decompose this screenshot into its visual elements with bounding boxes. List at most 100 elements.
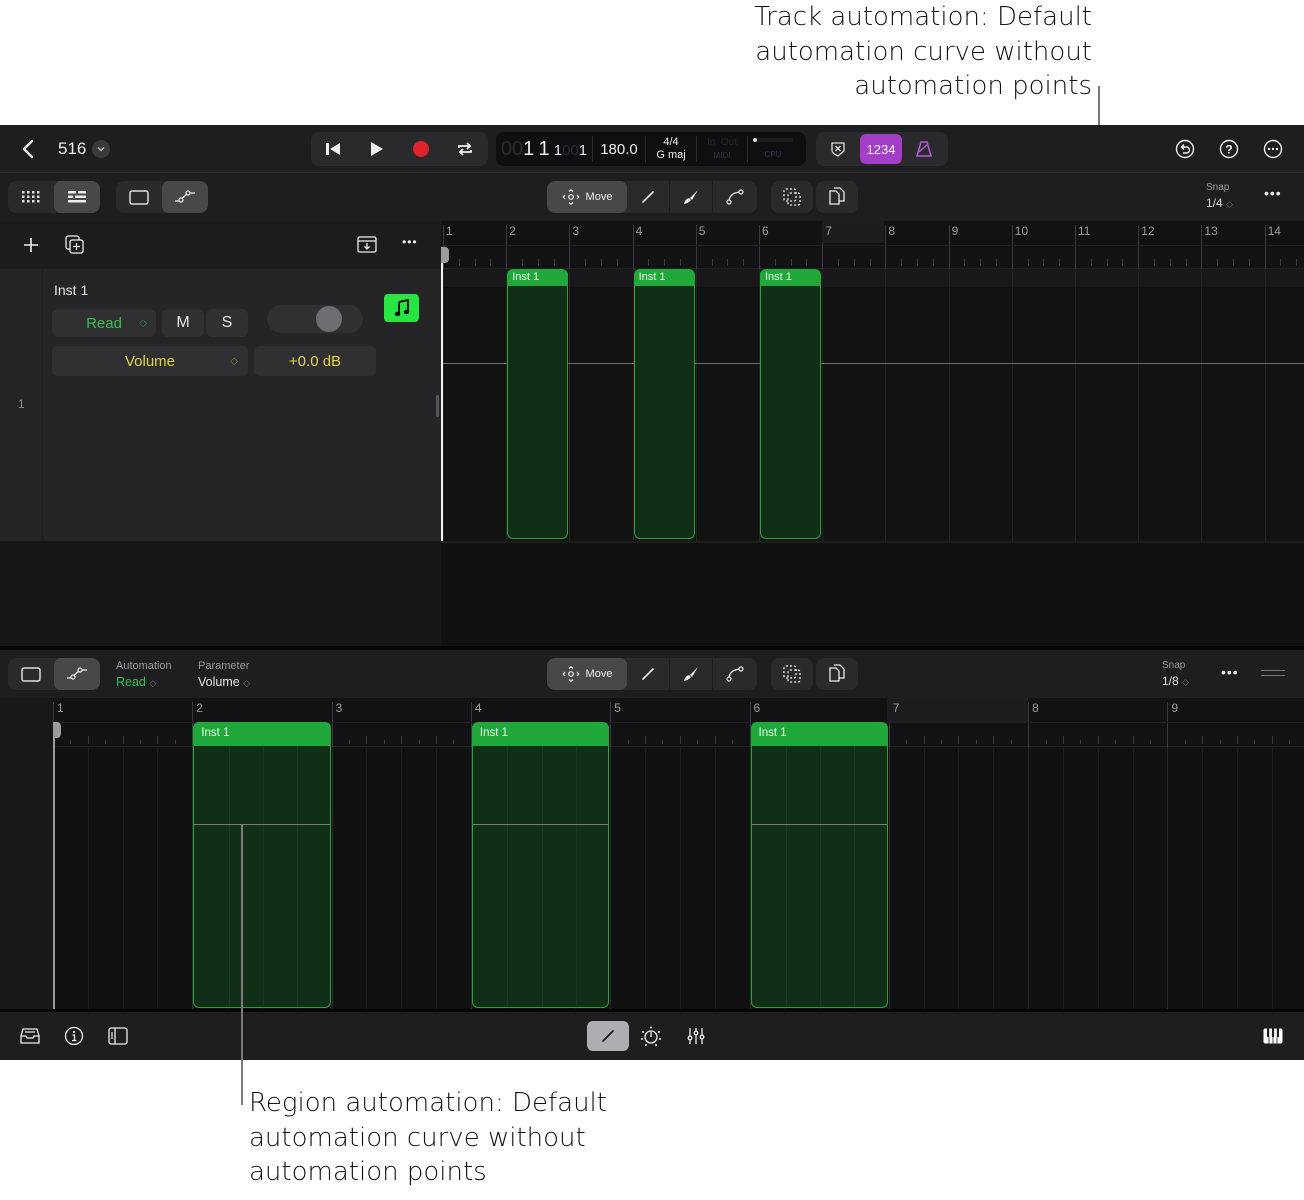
automation-editor[interactable]: 1 2 3 4 5 6 7 8 9 Inst 1 Inst 1 Inst 1 <box>0 698 1304 1009</box>
count-in-button[interactable]: 1234 <box>860 134 902 164</box>
track-list-empty-area <box>0 541 441 646</box>
instrument-icon-button[interactable] <box>384 294 419 322</box>
editor-marquee-button[interactable] <box>771 658 813 690</box>
tracks-view-button[interactable] <box>54 181 100 213</box>
inspector-button[interactable] <box>63 1025 85 1047</box>
region-header[interactable]: Inst 1 <box>507 269 569 286</box>
track-header[interactable]: 1 Inst 1 Read ◇ M S Volume ◇ +0.0 dB <box>0 269 441 541</box>
editor-brush-tool-button[interactable] <box>670 658 713 690</box>
smart-controls-button[interactable] <box>640 1025 662 1047</box>
editor-pencil-tool-button[interactable] <box>627 658 670 690</box>
toolbar-more-button[interactable]: ••• <box>1264 185 1282 201</box>
updown-chevron-icon: ◇ <box>149 678 157 688</box>
editor-region-view-button[interactable] <box>8 658 54 690</box>
track-list-resize-handle[interactable] <box>436 395 439 417</box>
track-name[interactable]: Inst 1 <box>54 282 88 298</box>
track-automation-line[interactable] <box>441 363 1304 364</box>
beat-tick <box>996 259 997 266</box>
project-menu-button[interactable] <box>92 140 110 158</box>
keyboard-button[interactable] <box>1261 1025 1285 1047</box>
tray-download-icon <box>357 236 377 253</box>
region[interactable] <box>633 286 695 539</box>
solo-button[interactable]: S <box>206 309 248 337</box>
smart-tempo-button[interactable] <box>816 132 860 166</box>
pencil-icon <box>642 668 654 680</box>
volume-slider[interactable] <box>267 305 363 333</box>
brush-tool-button[interactable] <box>670 181 713 213</box>
duplicate-track-button[interactable] <box>63 233 87 257</box>
curve-tool-button[interactable] <box>713 181 756 213</box>
lcd-bar: 1 <box>523 137 535 160</box>
editor-parameter-selector[interactable]: Volume ◇ <box>198 675 250 689</box>
region-header[interactable]: Inst 1 <box>760 269 822 286</box>
tracks-icon <box>68 191 86 203</box>
track-list-more-button[interactable]: ••• <box>402 235 418 249</box>
mute-button[interactable]: M <box>162 309 204 337</box>
add-track-button[interactable] <box>20 234 42 256</box>
below-tracks-area <box>441 541 1304 646</box>
editor-beat-grid-line <box>87 747 89 1009</box>
editor-region-header[interactable]: Inst 1 <box>471 722 610 746</box>
project-name: 516 <box>58 139 87 158</box>
editor-region[interactable] <box>750 746 888 1008</box>
brush-icon <box>684 190 698 204</box>
snap-selector[interactable]: 1/4 ◇ <box>1206 196 1233 210</box>
beat-tick <box>727 259 729 266</box>
track-number-column: 1 <box>0 269 43 541</box>
volume-slider-knob[interactable] <box>316 306 342 332</box>
editor-region[interactable] <box>193 746 331 1008</box>
region-automation-line[interactable] <box>751 824 887 825</box>
bar-number: 7 <box>825 224 832 238</box>
cycle-button[interactable] <box>443 132 487 166</box>
playhead[interactable] <box>441 249 443 541</box>
editor-automation-mode-selector[interactable]: Read ◇ <box>116 675 156 689</box>
editor-resize-handle[interactable] <box>1261 670 1285 676</box>
editor-region[interactable] <box>471 746 610 1008</box>
tracks-area[interactable]: 1 2 3 4 5 6 7 8 9 10 11 12 13 14 Inst 1 Inst 1 Inst 1 <box>441 221 1304 646</box>
automation-view-button[interactable] <box>162 181 208 213</box>
region-automation-line[interactable] <box>472 824 609 825</box>
import-button[interactable] <box>356 234 378 256</box>
go-to-beginning-button[interactable] <box>311 132 355 166</box>
copy-button[interactable] <box>816 181 858 213</box>
beat-tick <box>1296 259 1298 266</box>
automation-parameter-selector[interactable]: Volume ◇ <box>52 346 248 376</box>
region-view-button[interactable] <box>116 181 162 213</box>
region-automation-line[interactable] <box>194 824 330 825</box>
playhead-handle[interactable] <box>441 247 449 263</box>
editor-curve-tool-button[interactable] <box>713 658 756 690</box>
beat-tick <box>522 259 523 266</box>
move-tool-button[interactable]: Move <box>547 181 627 213</box>
parameter-value-display[interactable]: +0.0 dB <box>254 346 376 376</box>
more-options-button[interactable] <box>1262 138 1284 160</box>
back-button[interactable] <box>14 135 42 163</box>
help-button[interactable]: ? <box>1218 138 1240 160</box>
editor-playhead[interactable] <box>53 726 55 1009</box>
editor-automation-view-button[interactable] <box>54 658 100 690</box>
grid-line <box>1264 269 1266 541</box>
editor-more-button[interactable]: ••• <box>1221 664 1239 680</box>
editors-button[interactable] <box>587 1021 629 1051</box>
browser-button[interactable] <box>19 1025 41 1047</box>
metronome-button[interactable] <box>902 132 946 166</box>
editor-playhead-handle[interactable] <box>53 722 61 738</box>
editor-region-header[interactable]: Inst 1 <box>193 722 331 746</box>
mixer-button[interactable] <box>685 1025 707 1047</box>
live-loops-view-button[interactable] <box>8 181 54 213</box>
pencil-tool-button[interactable] <box>627 181 670 213</box>
editor-region-header[interactable]: Inst 1 <box>750 722 888 746</box>
region-header[interactable]: Inst 1 <box>633 269 695 286</box>
editor-move-tool-button[interactable]: Move <box>547 658 627 690</box>
play-button[interactable] <box>355 132 399 166</box>
beat-tick <box>1090 259 1092 266</box>
automation-mode-selector[interactable]: Read ◇ <box>52 309 156 337</box>
region[interactable] <box>507 286 569 539</box>
lcd-display[interactable]: 001 1 1001 180.0 4/4 G maj In Out MIDI C… <box>496 132 806 166</box>
editor-copy-button[interactable] <box>816 658 858 690</box>
undo-button[interactable] <box>1174 138 1196 160</box>
record-button[interactable] <box>399 132 443 166</box>
plugins-button[interactable] <box>107 1025 129 1047</box>
marquee-button[interactable] <box>771 181 813 213</box>
editor-snap-selector[interactable]: 1/8 ◇ <box>1162 674 1189 688</box>
region[interactable] <box>760 286 822 539</box>
